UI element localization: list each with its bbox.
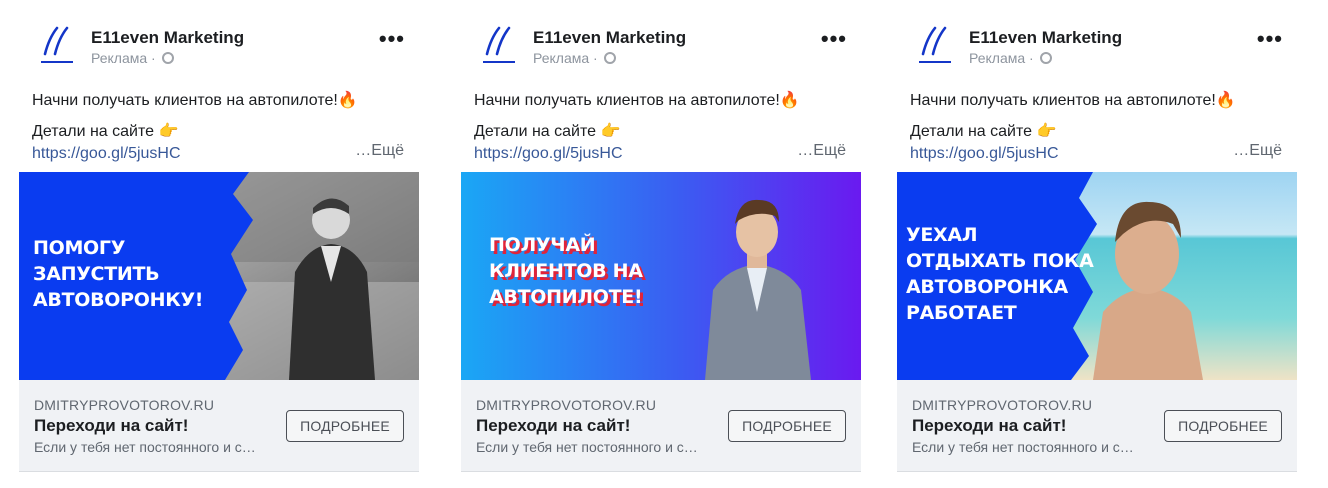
cta-title: Переходи на сайт! <box>476 416 631 435</box>
headline-line: КЛИЕНТОВ НА <box>489 260 643 282</box>
ellipsis-icon[interactable]: ••• <box>1257 28 1283 50</box>
image-headline: ПОЛУЧАЙ КЛИЕНТОВ НА АВТОПИЛОТЕ! <box>489 232 643 310</box>
globe-icon <box>603 52 616 64</box>
ad-domain: DMITRYPROVOTOROV.RU <box>476 397 657 413</box>
ad-body-line: Детали на сайте 👉 <box>910 123 1057 140</box>
headline-line: ПОЛУЧАЙ <box>489 234 596 256</box>
advertiser-logo[interactable] <box>479 24 519 66</box>
see-more-link[interactable]: …Ещё <box>1233 142 1282 160</box>
advertiser-name[interactable]: E11even Marketing <box>91 28 244 48</box>
ad-image[interactable]: УЕХАЛ ОТДЫХАТЬ ПОКА АВТОВОРОНКА РАБОТАЕТ <box>897 172 1297 380</box>
cta-bar[interactable]: DMITRYPROVOTOROV.RU Переходи на сайт! Ес… <box>19 380 419 472</box>
sponsored-label: Реклама · <box>91 50 174 66</box>
sponsored-text: Реклама · <box>969 50 1034 66</box>
advertiser-logo[interactable] <box>915 24 955 66</box>
globe-icon <box>161 52 174 64</box>
globe-icon <box>1039 52 1052 64</box>
advertiser-name[interactable]: E11even Marketing <box>969 28 1122 48</box>
cta-description: Если у тебя нет постоянного и с… <box>476 439 698 455</box>
headline-line: ОТДЫХАТЬ ПОКА <box>906 250 1094 272</box>
headline-line: АВТОВОРОНКУ! <box>33 289 204 311</box>
see-more-link[interactable]: …Ещё <box>355 142 404 160</box>
image-headline: ПОМОГУ ЗАПУСТИТЬ АВТОВОРОНКУ! <box>33 235 203 313</box>
ad-body-line: Детали на сайте 👉 <box>32 123 179 140</box>
cta-bar[interactable]: DMITRYPROVOTOROV.RU Переходи на сайт! Ес… <box>897 380 1297 472</box>
ad-image[interactable]: ПОМОГУ ЗАПУСТИТЬ АВТОВОРОНКУ! <box>19 172 419 380</box>
ad-link[interactable]: https://goo.gl/5jusHC <box>910 145 1059 162</box>
sponsored-text: Реклама · <box>91 50 156 66</box>
sponsored-label: Реклама · <box>969 50 1052 66</box>
headline-line: РАБОТАЕТ <box>906 302 1017 324</box>
cta-bar[interactable]: DMITRYPROVOTOROV.RU Переходи на сайт! Ес… <box>461 380 861 472</box>
learn-more-button[interactable]: ПОДРОБНЕЕ <box>728 410 846 442</box>
advertiser-logo[interactable] <box>37 24 77 66</box>
sponsored-label: Реклама · <box>533 50 616 66</box>
headline-line: УЕХАЛ <box>906 224 978 246</box>
headline-line: ЗАПУСТИТЬ <box>33 263 160 285</box>
ad-body-line: Начни получать клиентов на автопилоте!🔥 <box>474 92 800 109</box>
cta-title: Переходи на сайт! <box>34 416 189 435</box>
ad-image[interactable]: ПОЛУЧАЙ КЛИЕНТОВ НА АВТОПИЛОТЕ! <box>461 172 861 380</box>
ellipsis-icon[interactable]: ••• <box>821 28 847 50</box>
headline-line: ПОМОГУ <box>33 237 126 259</box>
sponsored-text: Реклама · <box>533 50 598 66</box>
headline-line: АВТОПИЛОТЕ! <box>489 286 643 308</box>
cta-description: Если у тебя нет постоянного и с… <box>912 439 1134 455</box>
ad-domain: DMITRYPROVOTOROV.RU <box>912 397 1093 413</box>
ad-body-line: Детали на сайте 👉 <box>474 123 621 140</box>
learn-more-button[interactable]: ПОДРОБНЕЕ <box>286 410 404 442</box>
see-more-link[interactable]: …Ещё <box>797 142 846 160</box>
cta-title: Переходи на сайт! <box>912 416 1067 435</box>
advertiser-name[interactable]: E11even Marketing <box>533 28 686 48</box>
learn-more-button[interactable]: ПОДРОБНЕЕ <box>1164 410 1282 442</box>
cta-description: Если у тебя нет постоянного и с… <box>34 439 256 455</box>
ad-card: E11even Marketing Реклама · ••• Начни по… <box>461 0 861 488</box>
ad-link[interactable]: https://goo.gl/5jusHC <box>32 145 181 162</box>
ad-body-line: Начни получать клиентов на автопилоте!🔥 <box>910 92 1236 109</box>
ad-card: E11even Marketing Реклама · ••• Начни по… <box>897 0 1297 488</box>
ad-body-line: Начни получать клиентов на автопилоте!🔥 <box>32 92 358 109</box>
ad-domain: DMITRYPROVOTOROV.RU <box>34 397 215 413</box>
headline-line: АВТОВОРОНКА <box>906 276 1068 298</box>
ellipsis-icon[interactable]: ••• <box>379 28 405 50</box>
ad-card: E11even Marketing Реклама · ••• Начни по… <box>19 0 419 488</box>
ad-link[interactable]: https://goo.gl/5jusHC <box>474 145 623 162</box>
image-headline: УЕХАЛ ОТДЫХАТЬ ПОКА АВТОВОРОНКА РАБОТАЕТ <box>906 222 1094 326</box>
